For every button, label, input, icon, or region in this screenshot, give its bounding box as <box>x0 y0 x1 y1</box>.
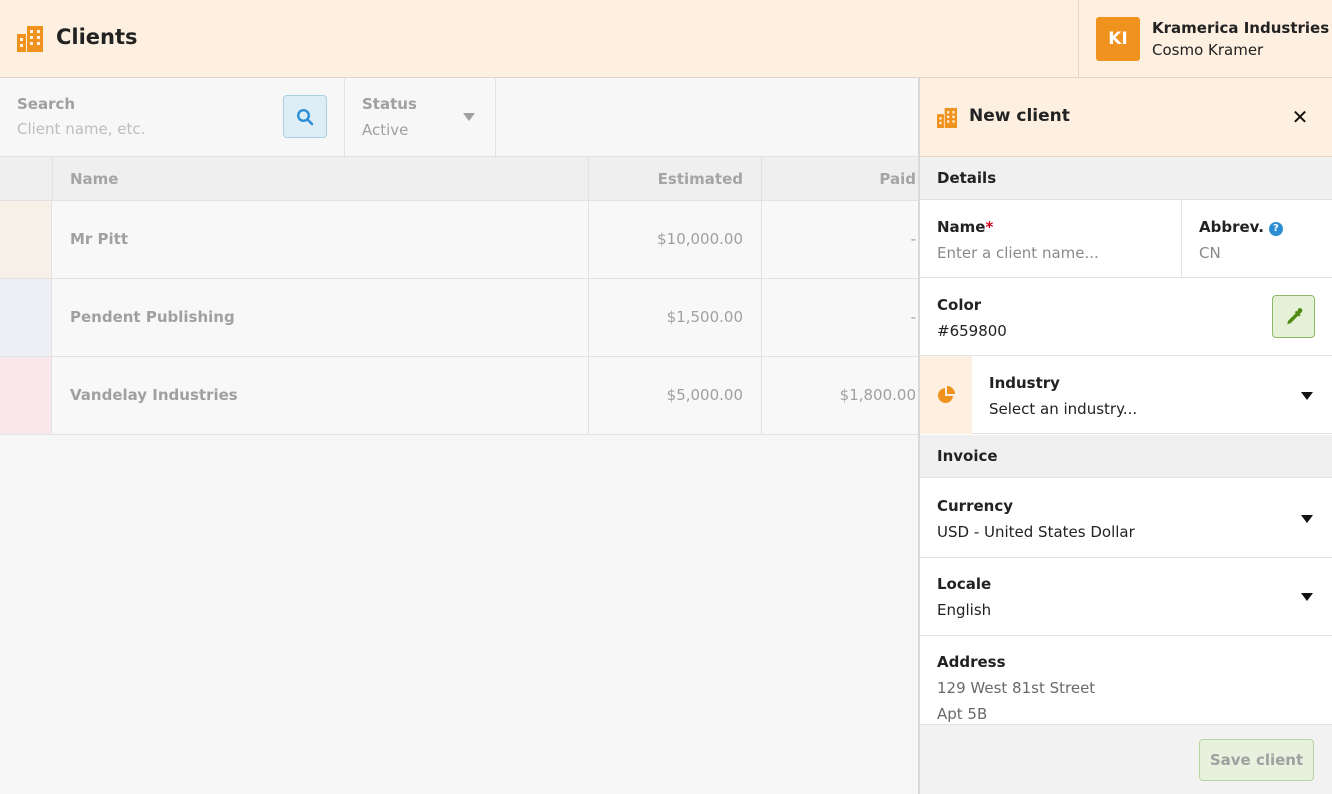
search-icon <box>296 108 314 125</box>
chevron-down-icon <box>1301 392 1313 400</box>
client-name: Vandelay Industries <box>70 386 238 404</box>
clients-table: Name Estimated Paid Mr Pitt $10,000.00 -… <box>0 157 918 435</box>
search-filter: Search <box>0 78 345 156</box>
eyedropper-icon <box>1286 307 1302 324</box>
pie-chart-icon <box>938 386 955 403</box>
client-estimated: $10,000.00 <box>657 230 743 248</box>
chevron-down-icon <box>1301 515 1313 523</box>
color-value[interactable]: #659800 <box>937 322 1007 340</box>
client-estimated: $1,500.00 <box>666 308 743 326</box>
search-input[interactable] <box>17 120 267 138</box>
industry-select[interactable]: Industry Select an industry... <box>920 356 1332 434</box>
industry-value: Select an industry... <box>989 400 1138 418</box>
address-field[interactable]: Address 129 West 81st Street Apt 5B <box>920 636 1332 724</box>
locale-select[interactable]: Locale English <box>920 558 1332 636</box>
panel-title: New client <box>969 106 1070 126</box>
currency-value: USD - United States Dollar <box>937 523 1135 541</box>
new-client-panel: New client ✕ Details Name* Abbrev.? Colo… <box>918 78 1332 794</box>
table-row[interactable]: Pendent Publishing $1,500.00 - <box>0 279 918 357</box>
column-header-estimated[interactable]: Estimated <box>589 157 743 201</box>
color-row: Color #659800 <box>920 278 1332 356</box>
status-label: Status <box>362 95 417 113</box>
industry-badge <box>920 356 972 434</box>
color-picker-button[interactable] <box>1272 295 1315 338</box>
search-label: Search <box>17 95 76 113</box>
client-color-swatch <box>0 279 52 356</box>
search-button[interactable] <box>283 95 327 138</box>
abbrev-label: Abbrev.? <box>1199 218 1283 236</box>
help-icon[interactable]: ? <box>1268 222 1283 236</box>
table-row[interactable]: Vandelay Industries $5,000.00 $1,800.00 <box>0 357 918 435</box>
client-paid: $1,800.00 <box>839 386 916 404</box>
close-icon[interactable]: ✕ <box>1290 107 1310 127</box>
client-color-swatch <box>0 357 52 434</box>
avatar[interactable]: KI <box>1096 17 1140 61</box>
column-header-paid[interactable]: Paid <box>762 157 916 201</box>
table-row[interactable]: Mr Pitt $10,000.00 - <box>0 201 918 279</box>
locale-label: Locale <box>937 575 992 593</box>
abbrev-input[interactable] <box>1199 244 1319 262</box>
client-paid: - <box>910 230 916 248</box>
account-user: Cosmo Kramer <box>1152 41 1264 59</box>
client-name-input[interactable] <box>937 244 1167 262</box>
panel-header: New client ✕ <box>920 78 1332 157</box>
page-title: Clients <box>56 25 138 49</box>
chevron-down-icon <box>1301 593 1313 601</box>
color-label: Color <box>937 296 982 314</box>
filter-bar: Search Status Active <box>0 78 918 157</box>
address-line-2: Apt 5B <box>937 705 988 723</box>
client-name: Pendent Publishing <box>70 308 235 326</box>
locale-value: English <box>937 601 992 619</box>
column-header-name[interactable]: Name <box>70 157 118 201</box>
client-estimated: $5,000.00 <box>666 386 743 404</box>
save-client-button[interactable]: Save client <box>1199 739 1314 781</box>
currency-select[interactable]: Currency USD - United States Dollar <box>920 480 1332 558</box>
account-company: Kramerica Industries <box>1152 19 1330 37</box>
top-bar: Clients KI Kramerica Industries Cosmo Kr… <box>0 0 1332 78</box>
panel-footer: Save client <box>920 724 1332 794</box>
section-invoice: Invoice <box>920 435 1332 478</box>
table-header: Name Estimated Paid <box>0 157 918 201</box>
chevron-down-icon <box>463 113 475 121</box>
building-icon <box>17 26 43 52</box>
client-name: Mr Pitt <box>70 230 129 248</box>
address-line-1: 129 West 81st Street <box>937 679 1096 697</box>
building-icon <box>937 108 957 128</box>
client-paid: - <box>910 308 916 326</box>
currency-label: Currency <box>937 497 1014 515</box>
section-details: Details <box>920 157 1332 200</box>
name-label: Name* <box>937 218 994 236</box>
name-abbrev-row: Name* Abbrev.? <box>920 200 1332 278</box>
status-value: Active <box>362 121 409 139</box>
client-color-swatch <box>0 201 52 278</box>
industry-label: Industry <box>989 374 1060 392</box>
address-label: Address <box>937 653 1006 671</box>
status-filter[interactable]: Status Active <box>345 78 496 156</box>
name-field-wrapper: Name* <box>920 200 1182 277</box>
account-switcher[interactable]: KI Kramerica Industries Cosmo Kramer <box>1078 0 1332 78</box>
